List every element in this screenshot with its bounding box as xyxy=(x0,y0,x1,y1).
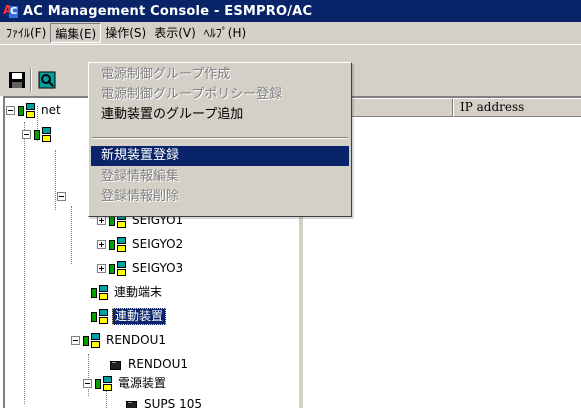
tree-node-linked-terminal[interactable]: 連動端末 xyxy=(91,283,164,302)
expand-toggle[interactable] xyxy=(97,240,106,249)
refresh-button[interactable] xyxy=(36,69,58,91)
device-icon xyxy=(125,400,137,408)
toolbar-separator xyxy=(30,69,32,91)
menu-bar: ﾌｧｲﾙ(F) 編集(E) 操作(S) 表示(V) ﾍﾙﾌﾟ(H) xyxy=(0,22,581,44)
group-icon xyxy=(91,284,109,301)
collapse-toggle[interactable] xyxy=(83,379,92,388)
edit-menu-dropdown: 電源制御グループ作成 電源制御グループポリシー登録 連動装置のグループ追加 新規… xyxy=(88,62,352,217)
tree-node-linked-device[interactable]: 連動装置 xyxy=(91,307,167,326)
collapse-toggle[interactable] xyxy=(71,336,80,345)
collapse-toggle[interactable] xyxy=(6,106,15,115)
menu-item-add-linked-device-group[interactable]: 連動装置のグループ追加 xyxy=(91,105,349,125)
title-bar: AC AC Management Console - ESMPRO/AC xyxy=(0,0,581,22)
menu-file[interactable]: ﾌｧｲﾙ(F) xyxy=(2,23,50,43)
device-icon xyxy=(109,360,121,370)
menu-item-delete-registration[interactable]: 登録情報削除 xyxy=(91,187,349,207)
tree-node-hidden-subgroup[interactable] xyxy=(57,187,69,206)
app-logo-icon: AC xyxy=(3,3,19,18)
refresh-icon xyxy=(38,71,56,89)
tree-node-sups105[interactable]: SUPS 105 xyxy=(125,395,204,408)
group-icon xyxy=(109,236,127,253)
column-header-ip-address[interactable]: IP address xyxy=(453,98,581,117)
save-icon xyxy=(9,72,25,88)
menu-edit[interactable]: 編集(E) xyxy=(50,23,102,43)
menu-item-register-new-device[interactable]: 新規装置登録 xyxy=(91,146,349,166)
menu-operation[interactable]: 操作(S) xyxy=(101,23,150,43)
collapse-toggle[interactable] xyxy=(22,130,31,139)
menu-separator xyxy=(92,137,348,139)
tree-node-rendou1-device[interactable]: RENDOU1 xyxy=(109,355,190,374)
tree-node-hidden-group[interactable] xyxy=(22,125,55,144)
save-button[interactable] xyxy=(6,69,28,91)
tree-node-net[interactable]: net xyxy=(6,101,63,120)
tree-node-seigyo2[interactable]: SEIGYO2 xyxy=(97,235,185,254)
collapse-toggle[interactable] xyxy=(57,192,66,201)
menu-item-register-group-policy[interactable]: 電源制御グループポリシー登録 xyxy=(91,85,349,105)
window-title: AC Management Console - ESMPRO/AC xyxy=(23,3,313,19)
group-icon xyxy=(83,332,101,349)
group-icon xyxy=(95,375,113,392)
tree-node-power-unit[interactable]: 電源装置 xyxy=(83,374,168,393)
group-icon xyxy=(109,260,127,277)
menu-help[interactable]: ﾍﾙﾌﾟ(H) xyxy=(200,23,250,43)
expand-toggle[interactable] xyxy=(97,264,106,273)
expand-toggle[interactable] xyxy=(97,216,106,225)
menu-item-create-power-group[interactable]: 電源制御グループ作成 xyxy=(91,65,349,85)
group-icon xyxy=(34,126,52,143)
tree-node-seigyo3[interactable]: SEIGYO3 xyxy=(97,259,185,278)
menu-item-edit-registration[interactable]: 登録情報編集 xyxy=(91,167,349,187)
menu-view[interactable]: 表示(V) xyxy=(150,23,200,43)
tree-node-rendou1[interactable]: RENDOU1 xyxy=(71,331,168,350)
group-icon xyxy=(91,308,109,325)
group-icon xyxy=(18,102,36,119)
